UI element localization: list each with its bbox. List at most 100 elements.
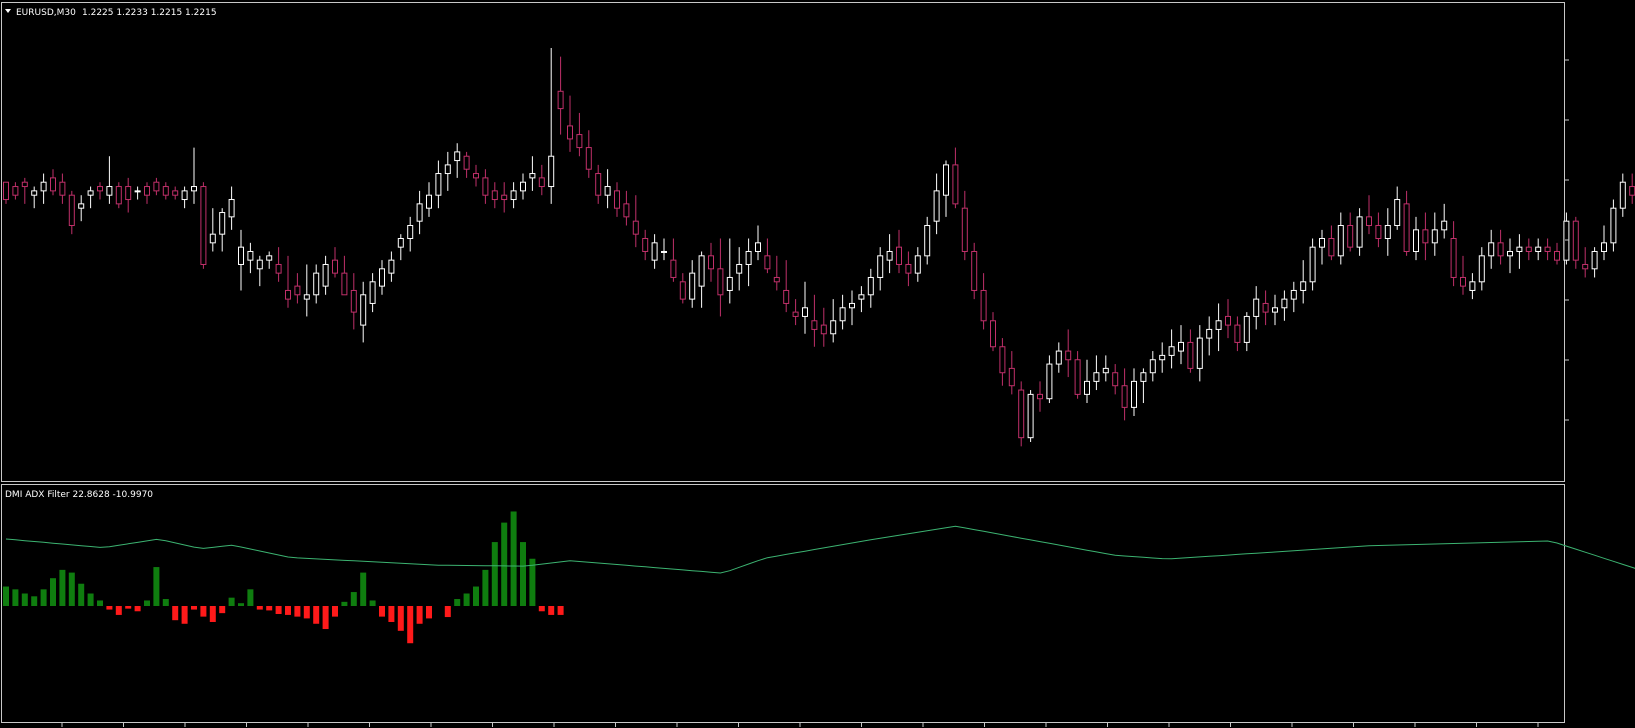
candle-body bbox=[341, 272, 348, 296]
trading-chart-window[interactable]: EURUSD,M30 1.2225 1.2233 1.2215 1.2215 D… bbox=[0, 0, 1635, 728]
candle-body bbox=[830, 320, 837, 335]
candle-body bbox=[614, 190, 620, 209]
candle-body bbox=[773, 276, 780, 283]
candle-body bbox=[520, 181, 526, 192]
candle-body bbox=[849, 302, 855, 309]
candle-body bbox=[303, 294, 310, 300]
candle-body bbox=[1262, 302, 1269, 313]
candle-body bbox=[416, 203, 423, 222]
candle-body bbox=[661, 250, 667, 253]
candle-body bbox=[1159, 354, 1166, 361]
candle-body bbox=[181, 190, 188, 201]
candle-body bbox=[1347, 225, 1354, 248]
indicator-title: DMI ADX Filter 22.8628 -10.9970 bbox=[5, 490, 153, 500]
candle-body bbox=[115, 186, 122, 205]
candle-body bbox=[529, 173, 536, 179]
histogram-bar-negative bbox=[200, 606, 207, 617]
candle-body bbox=[482, 177, 489, 196]
candle-body bbox=[247, 250, 254, 261]
candle-body bbox=[1572, 220, 1579, 261]
candle-body bbox=[1563, 220, 1570, 261]
candle-body bbox=[360, 294, 367, 326]
candle-body bbox=[867, 276, 874, 296]
candle-body bbox=[313, 272, 320, 296]
candle-body bbox=[1149, 359, 1156, 374]
candle-body bbox=[444, 164, 451, 175]
histogram-bar-negative bbox=[256, 606, 263, 610]
candle-body bbox=[1394, 199, 1401, 227]
candle-body bbox=[1272, 307, 1278, 313]
candle-body bbox=[172, 190, 179, 196]
candle-body bbox=[1328, 238, 1335, 257]
candle-body bbox=[1525, 246, 1532, 252]
histogram-bar-negative bbox=[416, 606, 423, 624]
candle-body bbox=[1121, 385, 1128, 408]
histogram-bar-negative bbox=[294, 606, 301, 617]
histogram-bar-negative bbox=[275, 606, 282, 614]
histogram-bar-positive bbox=[50, 578, 56, 606]
candle-body bbox=[1281, 298, 1288, 309]
candle-body bbox=[1065, 350, 1072, 361]
candle-body bbox=[1215, 320, 1222, 330]
candle-body bbox=[755, 242, 761, 252]
candle-body bbox=[1591, 250, 1598, 270]
candle-body bbox=[802, 307, 808, 317]
candle-body bbox=[1093, 372, 1100, 382]
candle-body bbox=[576, 134, 583, 149]
candle-body bbox=[896, 246, 902, 265]
candle-body bbox=[238, 246, 244, 265]
candle-body bbox=[1008, 367, 1015, 387]
histogram-bar-negative bbox=[266, 606, 273, 611]
histogram-bar-negative bbox=[313, 606, 320, 624]
histogram-bar-positive bbox=[350, 592, 357, 606]
candle-body bbox=[473, 173, 479, 179]
candle-body bbox=[1366, 216, 1372, 227]
candle-body bbox=[708, 255, 714, 270]
candle-body bbox=[87, 190, 94, 196]
triangle-down-icon[interactable] bbox=[5, 9, 11, 13]
candle-body bbox=[820, 324, 827, 335]
candle-body bbox=[1140, 372, 1147, 382]
candle-body bbox=[407, 225, 414, 239]
histogram-bar-negative bbox=[538, 606, 545, 612]
candle-body bbox=[604, 186, 611, 196]
histogram-bar-positive bbox=[87, 593, 94, 606]
candle-body bbox=[134, 190, 141, 193]
candle-body bbox=[811, 320, 818, 330]
histogram-bar-positive bbox=[31, 596, 38, 606]
candle-body bbox=[557, 90, 564, 110]
candle-body bbox=[1225, 315, 1231, 326]
candle-body bbox=[1131, 380, 1137, 408]
candle-body bbox=[1460, 276, 1466, 287]
histogram-bar-negative bbox=[397, 606, 404, 631]
histogram-bar-negative bbox=[557, 606, 564, 615]
histogram-bar-positive bbox=[482, 569, 489, 606]
indicator-pane[interactable] bbox=[1, 484, 1565, 723]
candle-body bbox=[21, 181, 28, 188]
candle-body bbox=[1375, 225, 1382, 239]
chart-ohlc: 1.2225 1.2233 1.2215 1.2215 bbox=[82, 8, 217, 18]
candle-body bbox=[1507, 250, 1513, 257]
histogram-bar-negative bbox=[379, 606, 385, 617]
histogram-bar-positive bbox=[247, 589, 254, 606]
candle-body bbox=[209, 233, 216, 244]
candle-body bbox=[1206, 328, 1213, 339]
candle-body bbox=[905, 263, 912, 274]
candle-body bbox=[642, 238, 649, 252]
histogram-bar-positive bbox=[59, 569, 66, 606]
histogram-bar-negative bbox=[388, 606, 395, 622]
candle-body bbox=[191, 186, 197, 192]
candle-body bbox=[1074, 359, 1081, 395]
histogram-bar-positive bbox=[228, 597, 235, 606]
candle-body bbox=[1234, 324, 1241, 343]
histogram-bar-negative bbox=[125, 606, 132, 609]
histogram-bar-negative bbox=[407, 606, 414, 644]
candle-body bbox=[463, 155, 470, 170]
histogram-bar-positive bbox=[369, 600, 376, 606]
histogram-bar-negative bbox=[181, 606, 188, 624]
candle-body bbox=[585, 147, 592, 170]
histogram-bar-negative bbox=[115, 606, 122, 615]
candle-body bbox=[971, 250, 978, 291]
candle-body bbox=[40, 181, 47, 192]
candle-body bbox=[1629, 186, 1635, 196]
